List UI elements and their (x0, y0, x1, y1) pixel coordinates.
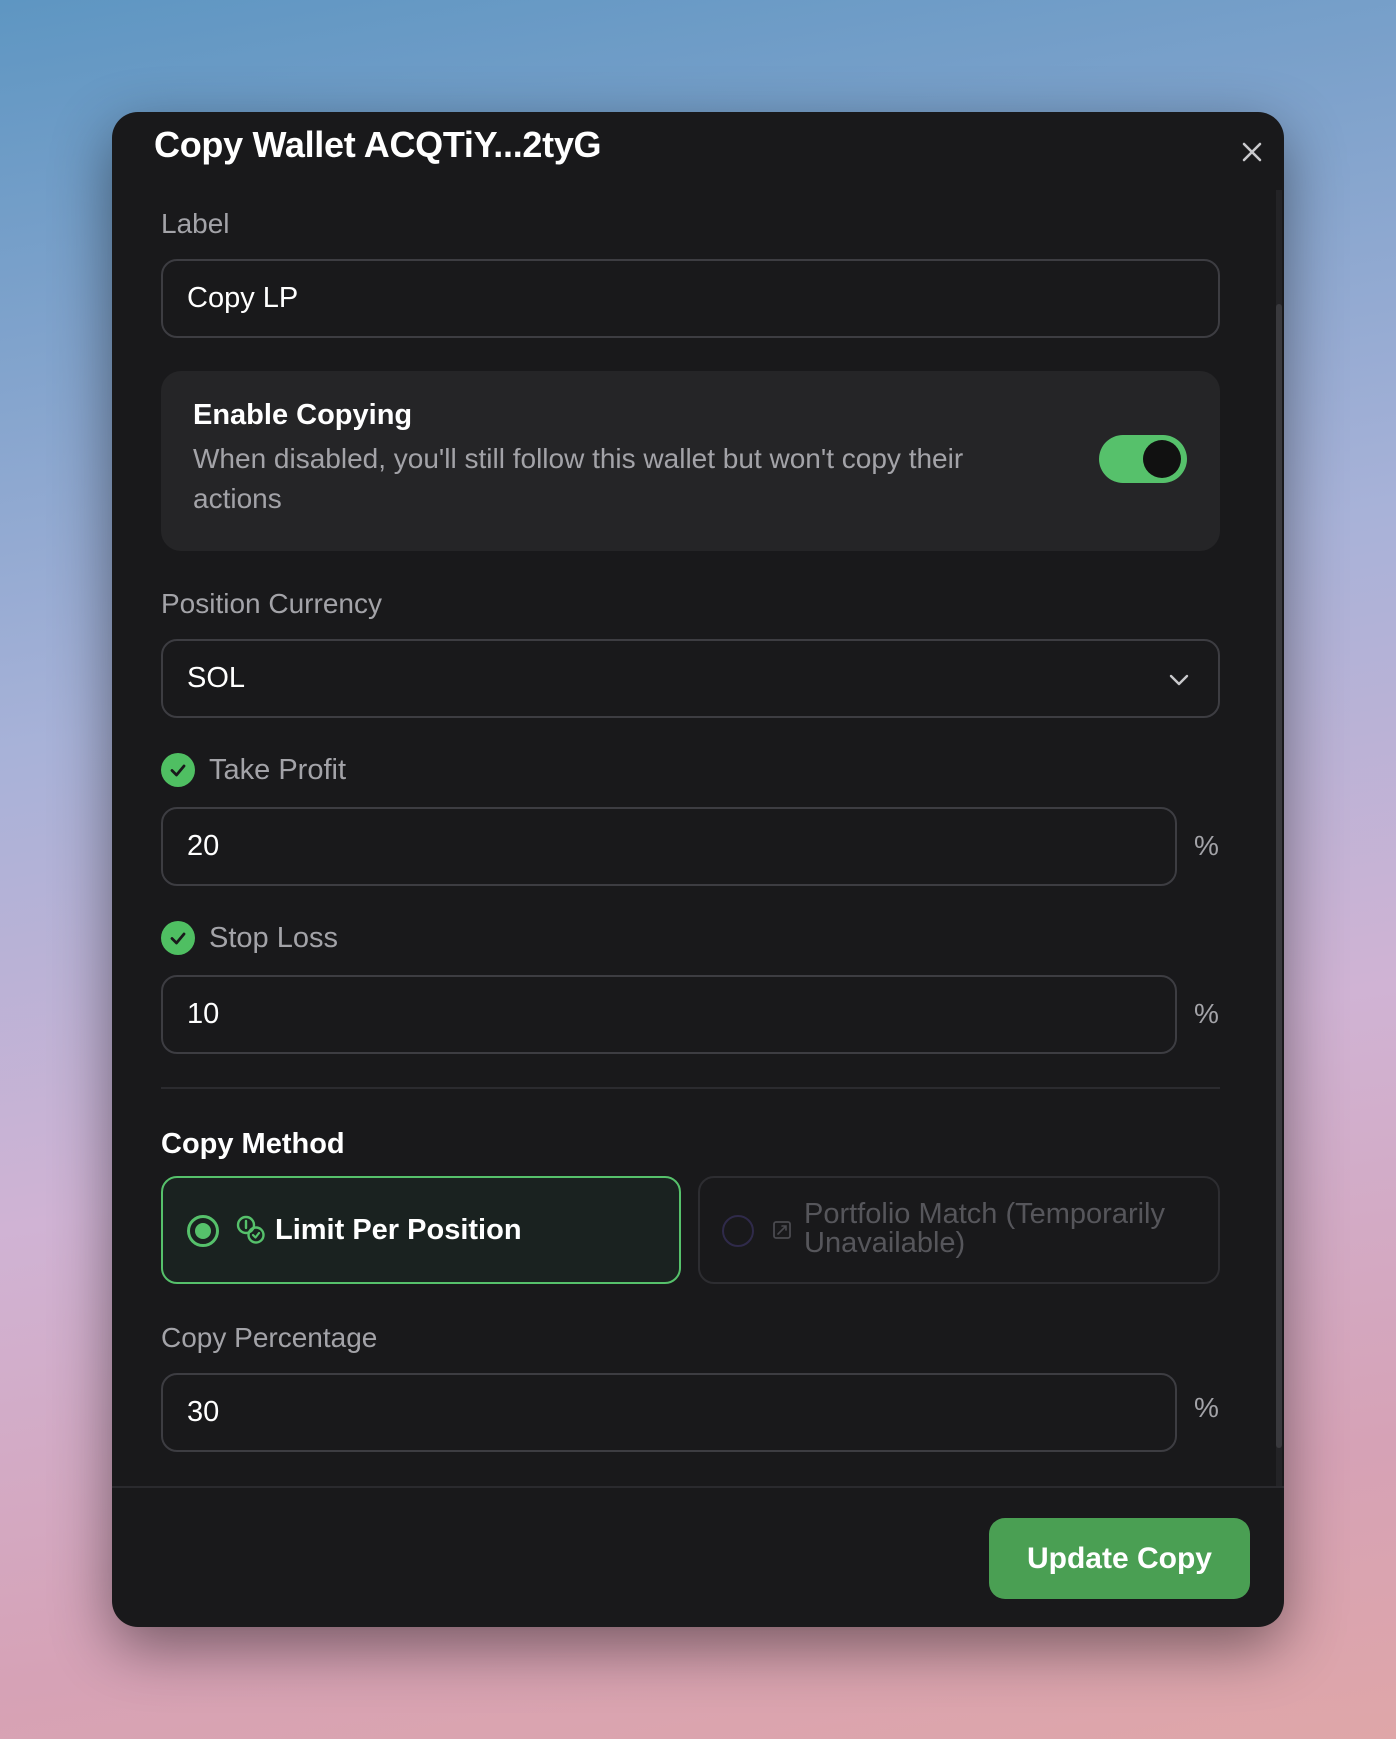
stop-loss-input[interactable]: 10 (161, 975, 1177, 1054)
update-copy-button[interactable]: Update Copy (989, 1518, 1250, 1599)
copy-method-option-label: Portfolio Match (Temporarily Unavailable… (804, 1198, 1165, 1259)
copy-method-title: Copy Method (161, 1128, 345, 1160)
position-currency-value: SOL (187, 662, 246, 694)
take-profit-label: Take Profit (209, 754, 346, 786)
dialog-title: Copy Wallet ACQTiY...2tyG (154, 124, 602, 165)
radio-selected[interactable] (187, 1215, 219, 1247)
enable-copying-title: Enable Copying (193, 399, 413, 431)
copy-percentage-input[interactable]: 30 (161, 1373, 1177, 1452)
check-icon (170, 764, 186, 777)
divider (161, 1087, 1220, 1089)
enable-copying-toggle[interactable] (1099, 435, 1187, 483)
copy-method-portfolio-match: Portfolio Match (Temporarily Unavailable… (698, 1176, 1220, 1284)
copy-method-option-label: Limit Per Position (275, 1214, 522, 1246)
copy-percentage-unit: % (1194, 1392, 1219, 1423)
position-currency-label: Position Currency (161, 588, 382, 619)
stop-loss-label: Stop Loss (209, 922, 338, 954)
stop-loss-unit: % (1194, 998, 1219, 1029)
take-profit-checkbox[interactable] (161, 753, 195, 787)
copy-percentage-label: Copy Percentage (161, 1322, 378, 1353)
toggle-knob (1143, 440, 1181, 478)
take-profit-unit: % (1194, 830, 1219, 861)
copy-wallet-dialog: Copy Wallet ACQTiY...2tyG Label Copy LP … (112, 112, 1284, 1627)
radio-unselected (722, 1215, 754, 1247)
label-input[interactable]: Copy LP (161, 259, 1220, 338)
portfolio-icon (772, 1220, 792, 1245)
coins-icon (235, 1214, 267, 1251)
chevron-down-icon (1167, 667, 1191, 700)
copy-method-limit-per-position[interactable]: Limit Per Position (161, 1176, 681, 1284)
enable-copying-description: When disabled, you'll still follow this … (193, 443, 964, 514)
close-icon[interactable] (1234, 134, 1270, 170)
check-icon (170, 932, 186, 945)
enable-copying-card: Enable Copying When disabled, you'll sti… (161, 371, 1220, 551)
stop-loss-checkbox[interactable] (161, 921, 195, 955)
position-currency-select[interactable]: SOL (161, 639, 1220, 718)
scrollbar-thumb[interactable] (1276, 304, 1282, 1448)
take-profit-input[interactable]: 20 (161, 807, 1177, 886)
footer-divider (112, 1486, 1284, 1488)
label-field-label: Label (161, 208, 230, 239)
